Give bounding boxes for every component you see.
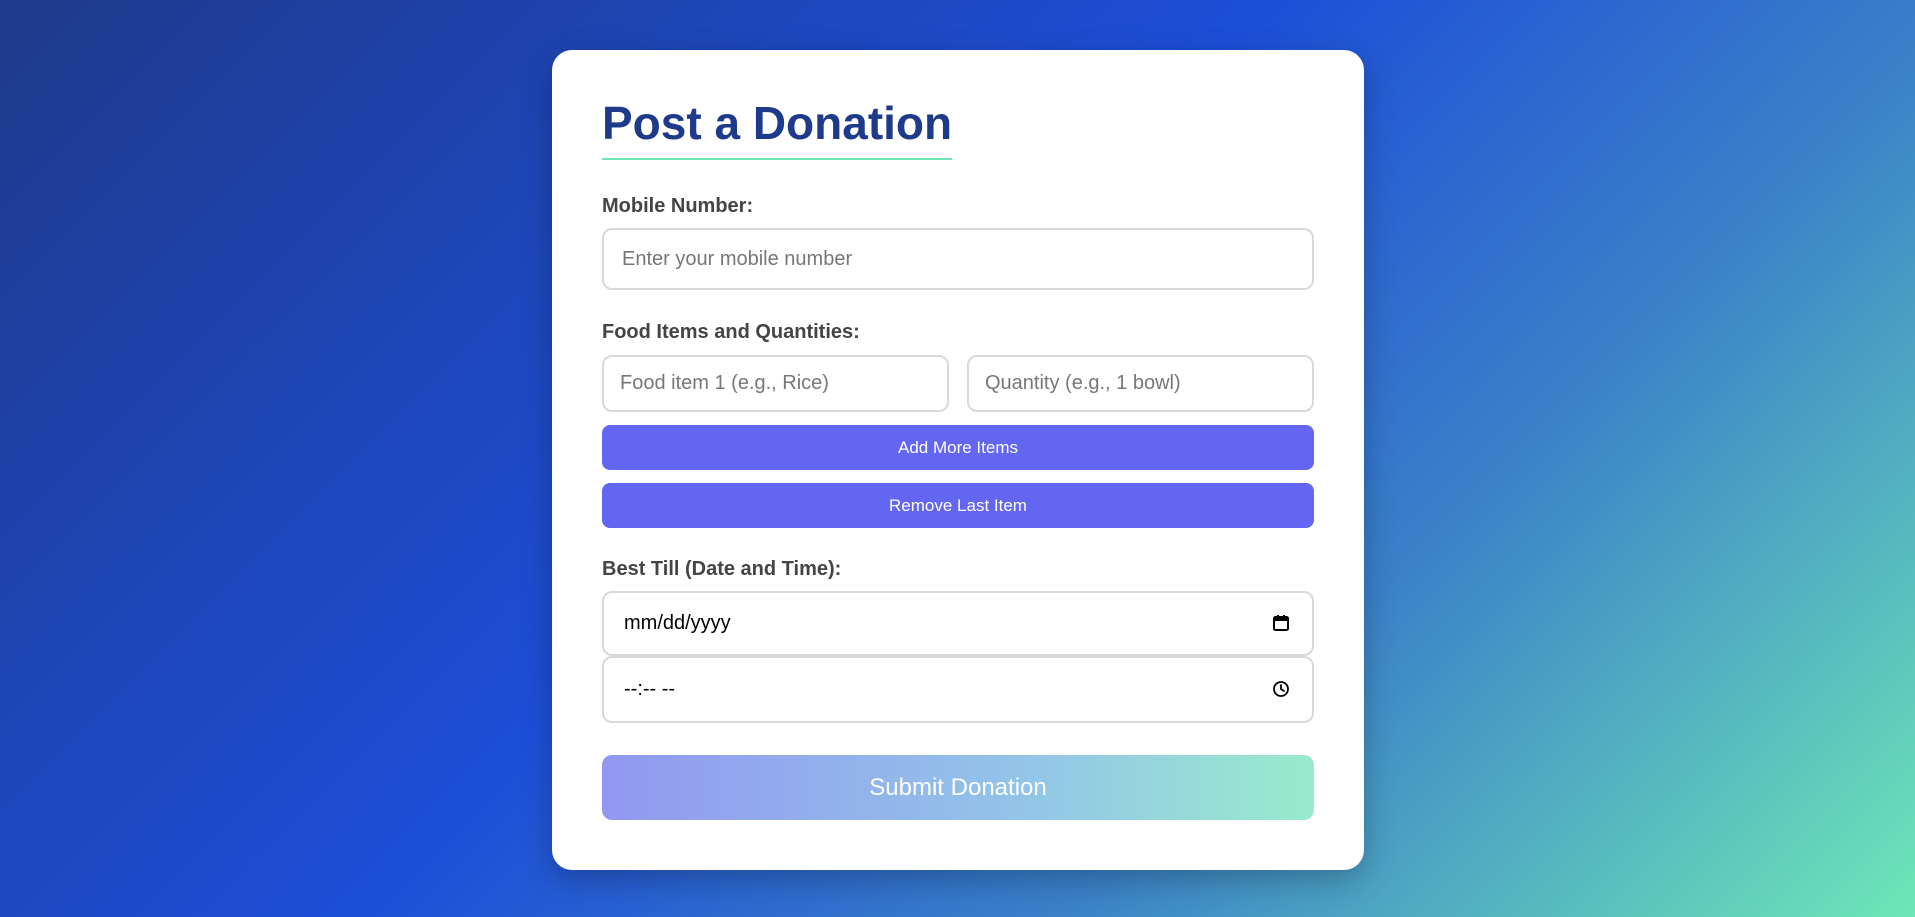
date-input[interactable]: mm/dd/yyyy [602,591,1314,656]
clock-icon[interactable] [1272,680,1292,700]
donation-form-card: Post a Donation Mobile Number: Food Item… [552,50,1364,870]
date-value: mm/dd/yyyy [624,612,731,634]
remove-last-item-button[interactable]: Remove Last Item [602,483,1314,528]
time-input[interactable]: --:-- -- [602,656,1314,723]
page-title: Post a Donation [602,100,953,160]
submit-donation-button[interactable]: Submit Donation [602,755,1314,820]
mobile-number-input[interactable] [602,228,1314,290]
add-more-items-button[interactable]: Add More Items [602,425,1314,470]
calendar-icon[interactable] [1272,614,1292,634]
quantity-input[interactable] [967,355,1314,412]
food-items-label: Food Items and Quantities: [602,321,860,343]
time-value: --:-- -- [624,678,676,700]
food-item-input[interactable] [602,355,949,412]
mobile-number-label: Mobile Number: [602,195,754,217]
best-till-label: Best Till (Date and Time): [602,558,842,580]
